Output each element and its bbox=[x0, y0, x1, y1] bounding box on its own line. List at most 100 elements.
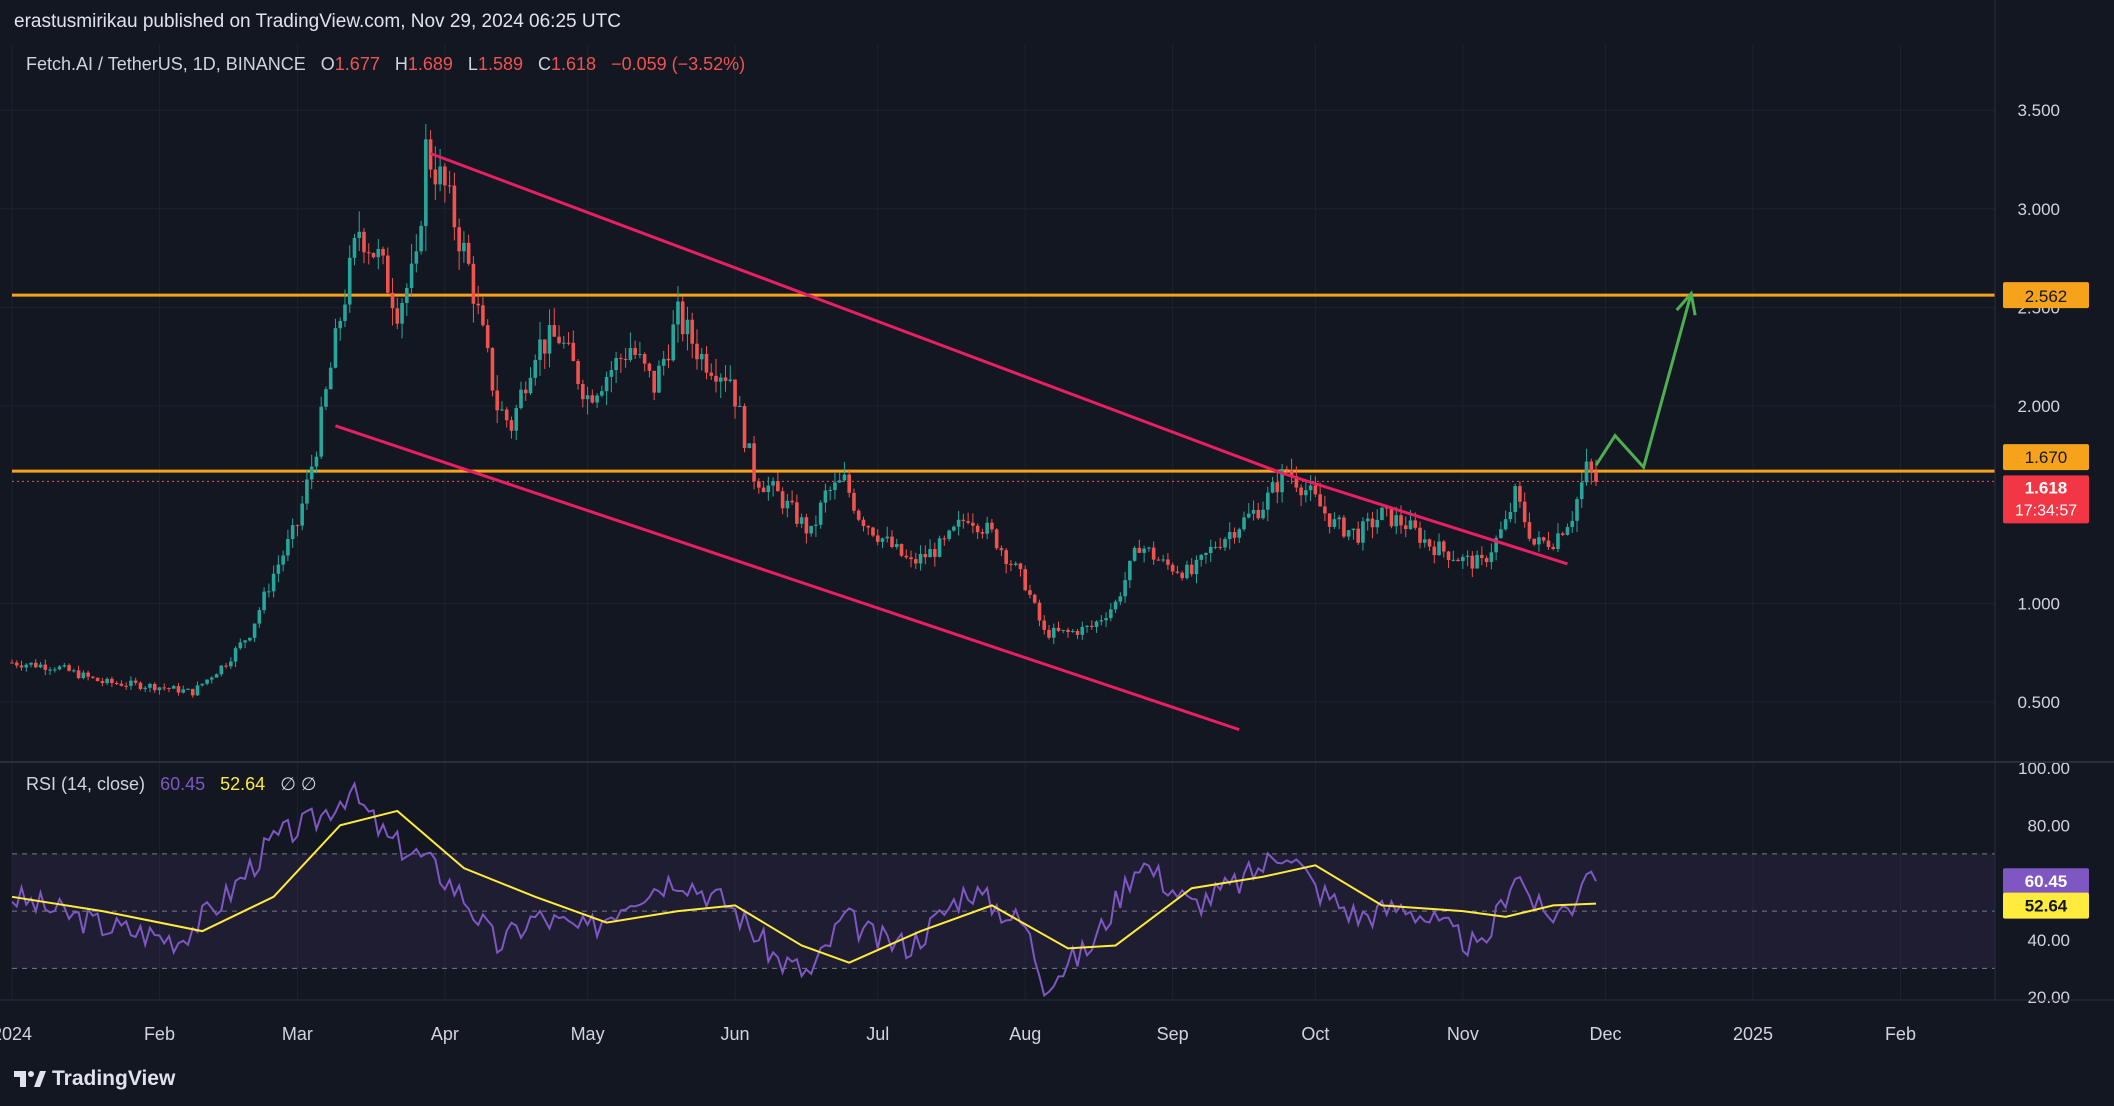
candle-up bbox=[1094, 621, 1099, 627]
candle-up bbox=[105, 678, 109, 683]
candle-up bbox=[766, 485, 771, 493]
candle-down bbox=[495, 390, 499, 411]
candle-up bbox=[229, 661, 233, 667]
candle-up bbox=[828, 490, 832, 492]
candle-down bbox=[804, 517, 809, 534]
candle-down bbox=[1532, 538, 1536, 545]
tradingview-brand[interactable]: TradingView bbox=[52, 1067, 175, 1091]
candle-up bbox=[604, 376, 609, 392]
candle-down bbox=[757, 481, 761, 488]
candle-up bbox=[409, 263, 414, 288]
candle-up bbox=[918, 553, 923, 564]
candle-down bbox=[1285, 468, 1289, 471]
candle-up bbox=[1346, 530, 1351, 537]
candle-down bbox=[114, 683, 119, 685]
candle-up bbox=[1465, 555, 1470, 557]
candle-up bbox=[1579, 482, 1584, 500]
candle-down bbox=[1403, 525, 1408, 530]
candle-up bbox=[414, 251, 419, 264]
candle-up bbox=[233, 648, 238, 662]
trendline[interactable] bbox=[430, 152, 1283, 475]
candle-down bbox=[443, 166, 447, 186]
rsi-legend-value: 60.45 bbox=[160, 774, 205, 794]
candle-up bbox=[585, 395, 590, 400]
candle-up bbox=[947, 530, 951, 540]
candle-down bbox=[1090, 625, 1094, 627]
candle-up bbox=[837, 480, 842, 483]
time-tick-label: Mar bbox=[282, 1024, 313, 1044]
candle-down bbox=[1037, 602, 1042, 621]
candle-up bbox=[1199, 554, 1204, 560]
candle-down bbox=[1137, 547, 1142, 553]
candle-down bbox=[890, 536, 894, 547]
candle-up bbox=[814, 524, 818, 526]
candle-up bbox=[528, 377, 533, 394]
candle-down bbox=[1256, 510, 1261, 519]
candle-up bbox=[171, 686, 176, 689]
candle-up bbox=[718, 377, 723, 382]
candle-down bbox=[224, 665, 228, 667]
candle-up bbox=[1503, 519, 1508, 530]
candle-down bbox=[1527, 522, 1532, 539]
candle-down bbox=[1275, 482, 1280, 493]
candle-down bbox=[1023, 569, 1028, 591]
candle-up bbox=[29, 662, 33, 665]
rsi-ma-badge-text: 52.64 bbox=[2025, 897, 2068, 916]
candle-down bbox=[742, 405, 747, 448]
candle-down bbox=[1342, 517, 1346, 537]
time-tick-label: Jul bbox=[866, 1024, 889, 1044]
candle-up bbox=[53, 669, 57, 671]
candle-down bbox=[1446, 551, 1451, 561]
candle-up bbox=[157, 687, 162, 691]
candle-down bbox=[471, 263, 476, 304]
candle-up bbox=[1499, 529, 1503, 538]
candle-up bbox=[48, 669, 52, 671]
candle-up bbox=[1080, 626, 1085, 635]
rsi-badge-text: 60.45 bbox=[2025, 872, 2068, 891]
candle-up bbox=[500, 409, 504, 411]
level-badge-upper-text: 2.562 bbox=[2025, 287, 2068, 306]
legend-line: Fetch.AI / TetherUS, 1D, BINANCE O1.677 … bbox=[26, 54, 745, 74]
candle-up bbox=[195, 685, 200, 696]
candle-up bbox=[1223, 539, 1227, 548]
candle-up bbox=[1394, 515, 1399, 527]
candle-up bbox=[928, 549, 932, 558]
candle-up bbox=[661, 358, 666, 366]
time-tick-label: 2024 bbox=[0, 1024, 32, 1044]
candle-down bbox=[1551, 547, 1556, 549]
candle-up bbox=[324, 389, 328, 407]
candle-down bbox=[680, 301, 685, 335]
candle-up bbox=[1351, 528, 1356, 531]
candle-down bbox=[76, 670, 81, 679]
candle-up bbox=[262, 591, 266, 611]
candle-down bbox=[362, 231, 366, 253]
candle-down bbox=[91, 676, 95, 678]
trend-layer[interactable] bbox=[334, 152, 1697, 732]
candle-down bbox=[852, 492, 856, 511]
candle-up bbox=[785, 500, 790, 509]
candle-down bbox=[647, 363, 652, 371]
candle-down bbox=[43, 664, 48, 670]
candle-up bbox=[1408, 520, 1413, 530]
candle-down bbox=[1442, 541, 1446, 552]
projection-path[interactable] bbox=[1594, 293, 1693, 471]
candle-down bbox=[1518, 486, 1522, 502]
candle-up bbox=[600, 391, 604, 396]
candle-up bbox=[1508, 512, 1513, 520]
candle-down bbox=[1399, 515, 1403, 526]
candle-up bbox=[747, 443, 752, 448]
candle-up bbox=[1113, 601, 1118, 610]
candle-down bbox=[366, 252, 371, 254]
candle-down bbox=[19, 665, 24, 668]
price-tick-label: 1.000 bbox=[2017, 594, 2060, 613]
candle-down bbox=[909, 557, 913, 560]
candle-down bbox=[1066, 629, 1070, 633]
candle-down bbox=[476, 303, 480, 306]
candle-down bbox=[780, 491, 785, 509]
chart-area[interactable]: 0.5001.0002.0002.5003.0003.5002024FebMar… bbox=[0, 0, 2114, 1106]
candle-up bbox=[405, 287, 409, 303]
candle-down bbox=[1156, 559, 1161, 561]
time-tick-label: Sep bbox=[1157, 1024, 1189, 1044]
candle-down bbox=[1480, 554, 1484, 559]
candle-down bbox=[871, 527, 875, 536]
